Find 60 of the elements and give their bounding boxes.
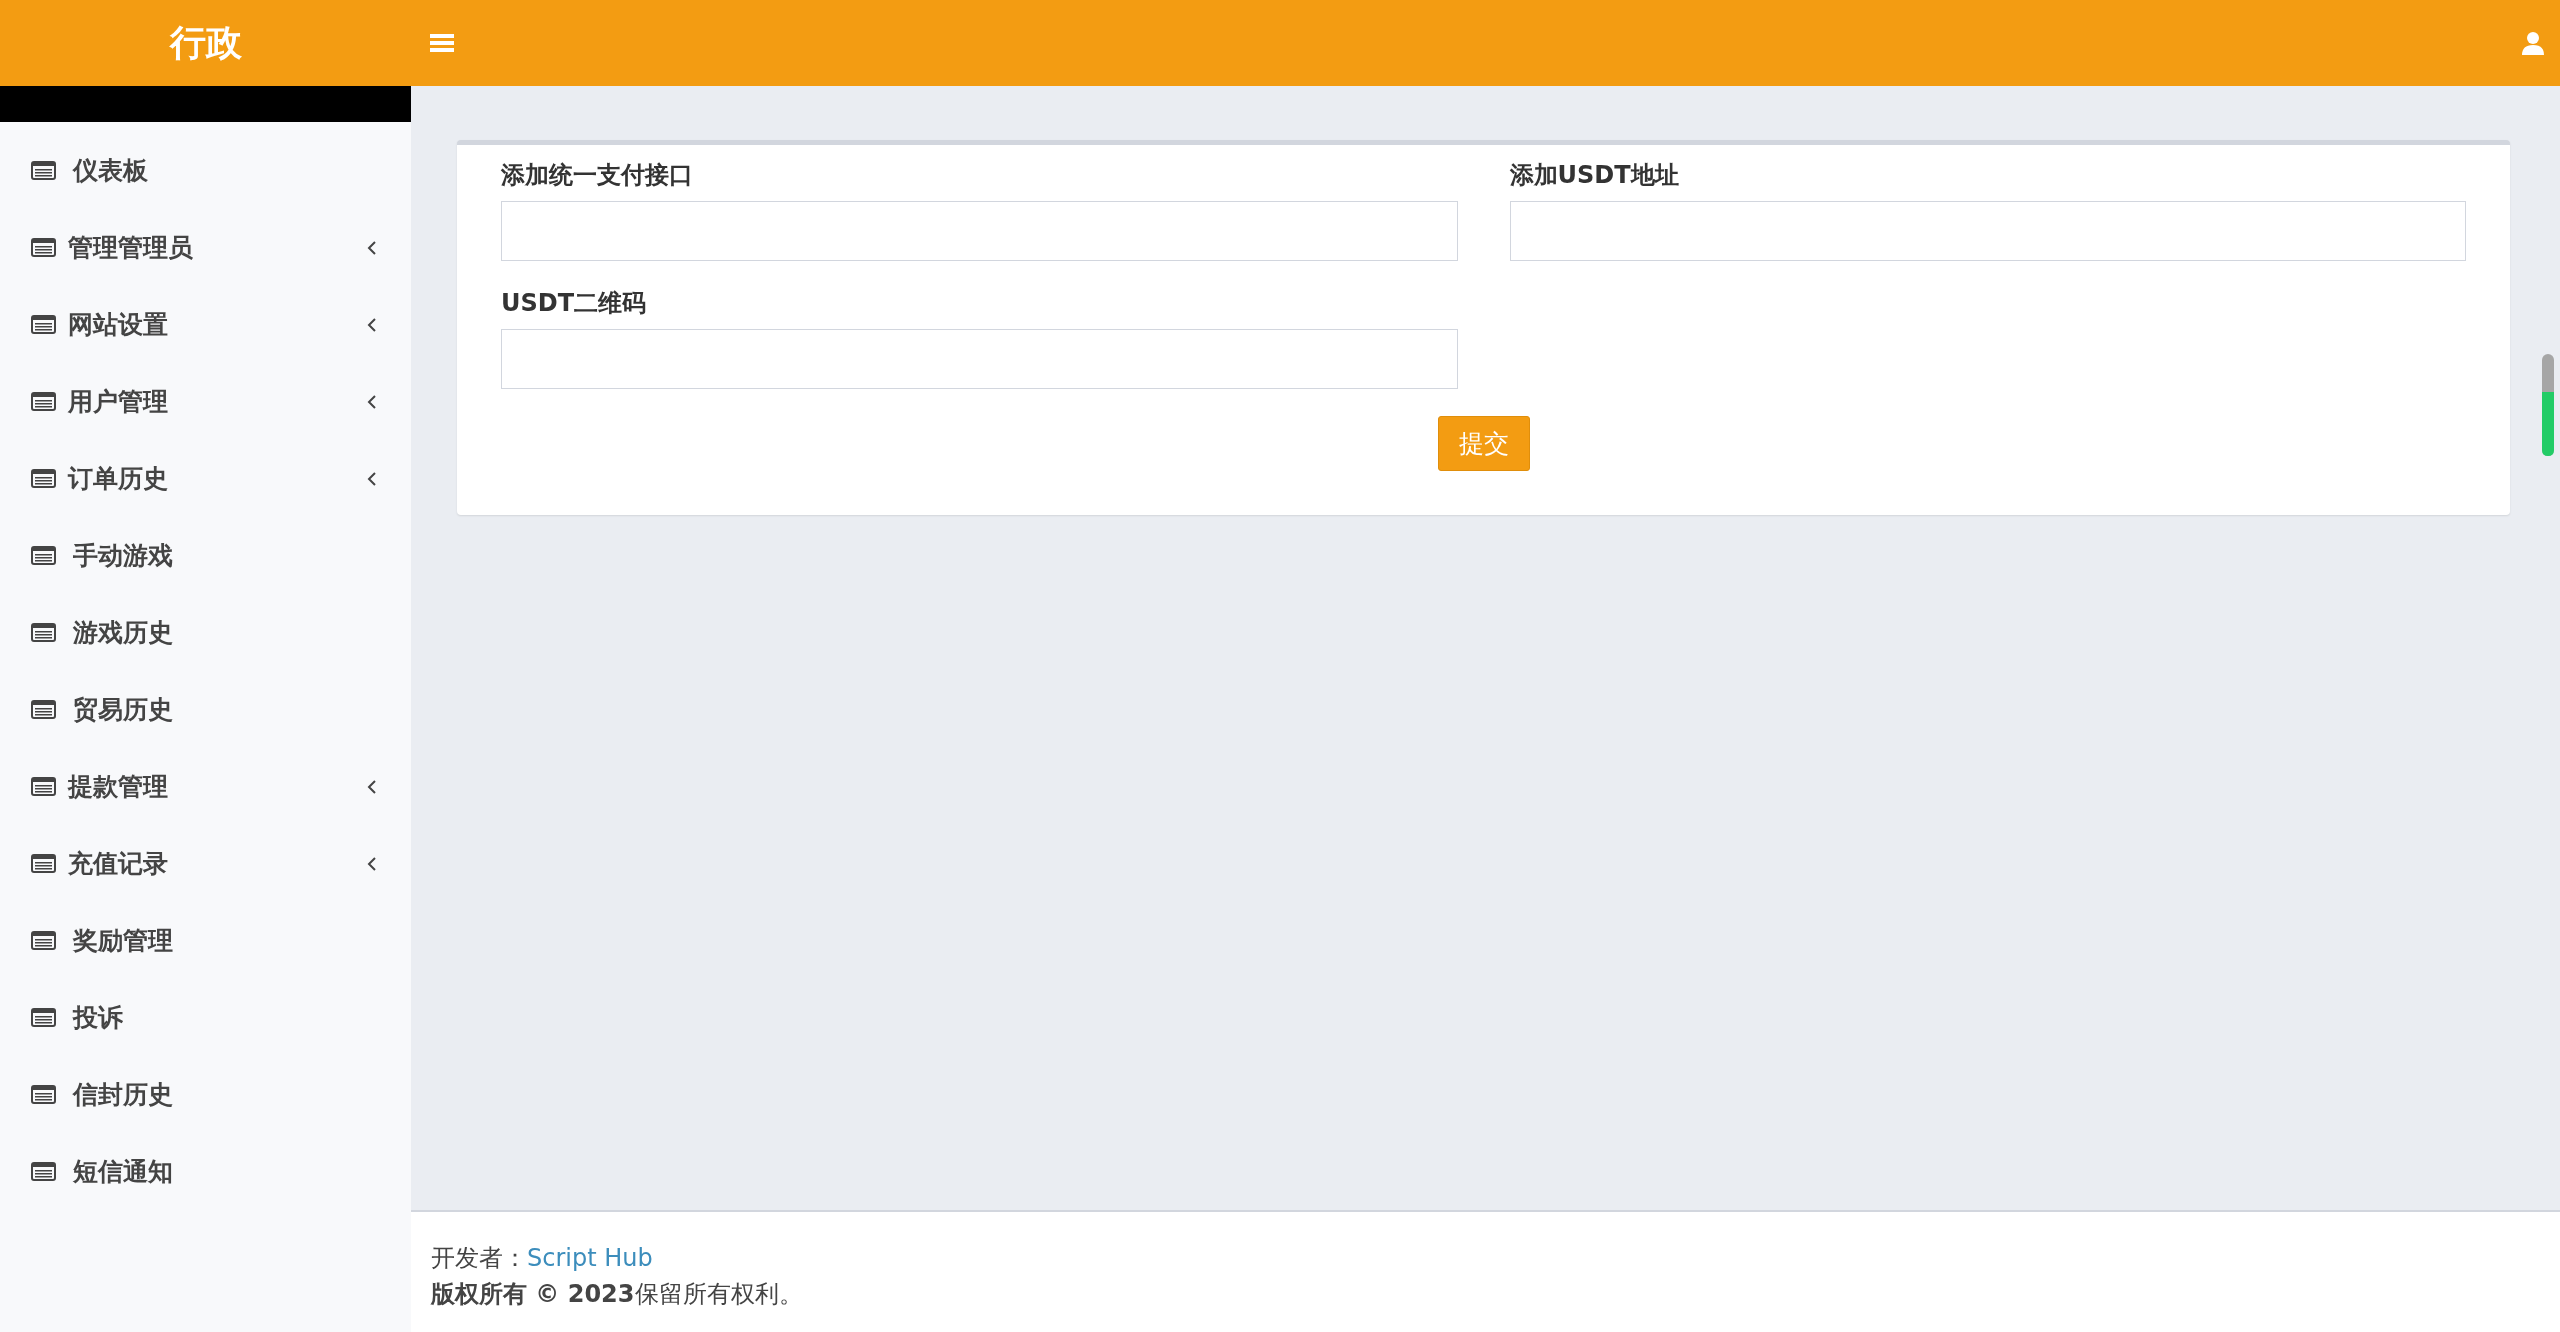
sidebar-item[interactable]: 管理管理员 (0, 209, 411, 286)
sidebar-item-label: 仪表板 (71, 155, 149, 187)
chevron-left-icon (367, 316, 377, 333)
list-icon (31, 238, 56, 257)
sidebar-item[interactable]: 短信通知 (0, 1133, 411, 1210)
input-field[interactable] (501, 329, 1458, 389)
list-icon (31, 700, 56, 719)
sidebar-item-label: 贸易历史 (72, 694, 174, 726)
input-field[interactable] (1509, 201, 2466, 261)
chevron-left-icon (367, 393, 377, 410)
developer-link[interactable]: Script Hub (527, 1244, 653, 1272)
list-icon (31, 854, 56, 873)
sidebar-item[interactable]: 网站设置 (0, 286, 411, 363)
chevron-left-icon (367, 239, 377, 256)
sidebar-item[interactable]: 提款管理 (0, 748, 411, 825)
sidebar-item[interactable]: 奖励管理 (0, 902, 411, 979)
sidebar-item-label: 投诉 (71, 1002, 124, 1034)
list-icon (31, 392, 56, 411)
list-icon (31, 315, 56, 334)
list-icon (31, 469, 56, 488)
sidebar-item-label: 提款管理 (68, 771, 169, 803)
sidebar-item-label: 用户管理 (68, 386, 169, 418)
list-icon (31, 1085, 56, 1104)
sidebar-item[interactable]: 订单历史 (0, 440, 411, 517)
sidebar-item-label: 奖励管理 (71, 925, 174, 957)
field-label: USDT二维码 (501, 288, 648, 319)
sidebar-item[interactable]: 贸易历史 (0, 671, 411, 748)
sidebar-item[interactable]: 信封历史 (0, 1056, 411, 1133)
sidebar-item[interactable]: 仪表板 (0, 132, 411, 209)
chevron-left-icon (367, 470, 377, 487)
sidebar-item-label: 网站设置 (68, 309, 169, 341)
sidebar-item[interactable]: 手动游戏 (0, 517, 411, 594)
sidebar-item[interactable]: 用户管理 (0, 363, 411, 440)
input-field[interactable] (501, 201, 1458, 261)
copyright-text: 版权所有 © 2023保留所有权利。 (431, 1279, 804, 1310)
developer-label: 开发者： (431, 1244, 527, 1272)
sidebar-item[interactable]: 投诉 (0, 979, 411, 1056)
sidebar-item-label: 信封历史 (71, 1079, 174, 1111)
list-icon (31, 777, 56, 796)
sidebar-item-label: 手动游戏 (72, 540, 174, 572)
field-label: 添加USDT地址 (1509, 160, 1680, 191)
list-icon (31, 931, 56, 950)
sidebar-item-label: 管理管理员 (68, 232, 194, 264)
list-icon (31, 1008, 56, 1027)
sidebar-item-label: 游戏历史 (72, 617, 174, 649)
sidebar-item-label: 短信通知 (72, 1156, 174, 1188)
sidebar-item-label: 充值记录 (68, 848, 169, 880)
gauge-icon (2540, 352, 2556, 458)
sidebar-item[interactable]: 充值记录 (0, 825, 411, 902)
chevron-left-icon (367, 778, 377, 795)
list-icon (31, 161, 56, 180)
sidebar-item[interactable]: 游戏历史 (0, 594, 411, 671)
chevron-left-icon (367, 855, 377, 872)
brand-title: 行政 (168, 20, 243, 65)
list-icon (31, 546, 56, 565)
field-label: 添加统一支付接口 (501, 160, 694, 191)
user-icon[interactable] (2522, 31, 2544, 55)
list-icon (31, 1162, 56, 1181)
list-icon (31, 623, 56, 642)
sidebar-item-label: 订单历史 (68, 463, 169, 495)
